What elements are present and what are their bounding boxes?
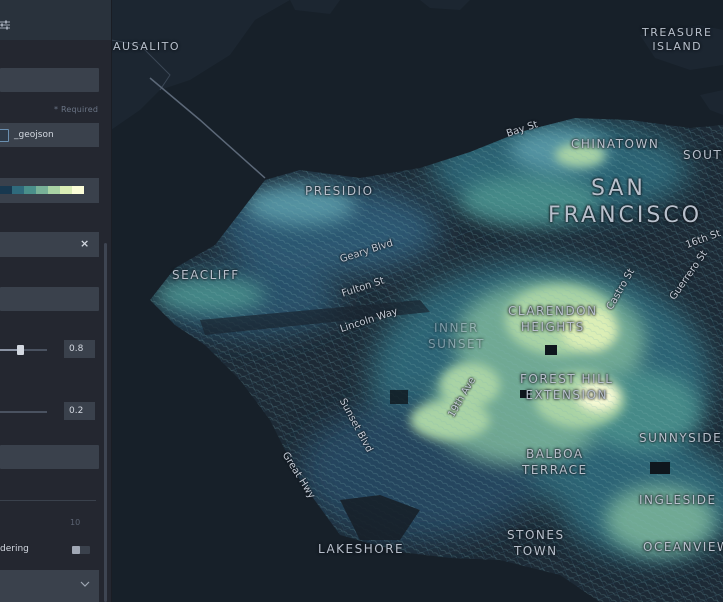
label-clarendon-line-2: HEIGHTS [520,320,585,334]
opacity-slider-handle[interactable] [16,345,24,355]
label-sausalito: AUSALITO [113,40,181,53]
disabled-value: 10 [70,518,81,527]
opacity-value-input[interactable]: 0.8 [64,340,95,358]
label-inner-line-2: SUNSET [428,337,485,351]
label-balboa-terrace: BALBOA TERRACE [522,446,588,478]
label-treasure-line-2: ISLAND [652,40,703,53]
label-francisco: FRANCISCO [548,203,703,228]
layer-name-input[interactable] [0,68,99,92]
threshold-slider[interactable] [0,411,47,413]
label-inner-line-1: INNER [433,321,479,335]
required-label: * Required [54,105,99,114]
dataset-label: _geojson [14,130,54,140]
close-icon[interactable]: × [80,237,89,250]
label-clarendon-line-1: CLARENDON [508,304,598,318]
label-treasure-island: TREASURE ISLAND [642,26,712,54]
label-forest-hill-extension: FOREST HILL EXTENSION [520,371,613,403]
settings-sliders-icon[interactable] [0,20,10,30]
chevron-down-icon[interactable] [80,580,90,588]
label-chinatown: CHINATOWN [571,137,660,151]
ordering-label: dering [0,544,29,554]
palette-swatch [0,186,12,194]
layer-config-panel: * Required _geojson × 0.8 0.2 10 dering [0,0,112,602]
palette-swatch [48,186,60,194]
label-seacliff: SEACLIFF [172,268,240,282]
palette-swatch [12,186,24,194]
label-stones-line-1: STONES [507,528,565,542]
panel-scrollbar[interactable] [104,243,107,602]
label-balboa-line-2: TERRACE [522,463,588,477]
palette-swatch [72,186,84,194]
panel-divider [0,500,96,501]
dataset-color-swatch [0,129,9,142]
label-presidio: PRESIDIO [305,184,374,198]
select-input[interactable] [0,445,99,469]
field-select[interactable]: × [0,232,99,257]
label-treasure-line-1: TREASURE [642,26,713,39]
label-ingleside: INGLESIDE [639,493,717,507]
label-forest-line-2: EXTENSION [525,388,609,402]
label-south: SOUTH [683,148,723,162]
label-clarendon-heights: CLARENDON HEIGHTS [508,303,598,335]
label-inner-sunset: INNER SUNSET [428,320,485,352]
threshold-value-input[interactable]: 0.2 [64,402,95,420]
label-stones-line-2: TOWN [513,544,558,558]
palette-swatch [24,186,36,194]
label-stonestown: STONES TOWN [507,527,565,559]
label-oceanview: OCEANVIEW [643,540,723,554]
panel-header [0,0,111,40]
config-input[interactable] [0,287,99,311]
label-sunnyside: SUNNYSIDE [639,431,723,445]
ordering-toggle[interactable] [72,546,90,554]
opacity-slider[interactable] [0,345,47,355]
color-palette [0,186,84,194]
label-balboa-line-1: BALBOA [525,447,584,461]
palette-swatch [36,186,48,194]
label-san: SAN [591,176,646,201]
color-palette-select[interactable] [0,178,99,203]
label-lakeshore: LAKESHORE [318,542,405,556]
ordering-toggle-knob [72,546,80,554]
data-source-select[interactable]: _geojson [0,123,99,147]
advanced-select[interactable] [0,570,99,602]
palette-swatch [60,186,72,194]
label-forest-line-1: FOREST HILL [520,372,614,386]
